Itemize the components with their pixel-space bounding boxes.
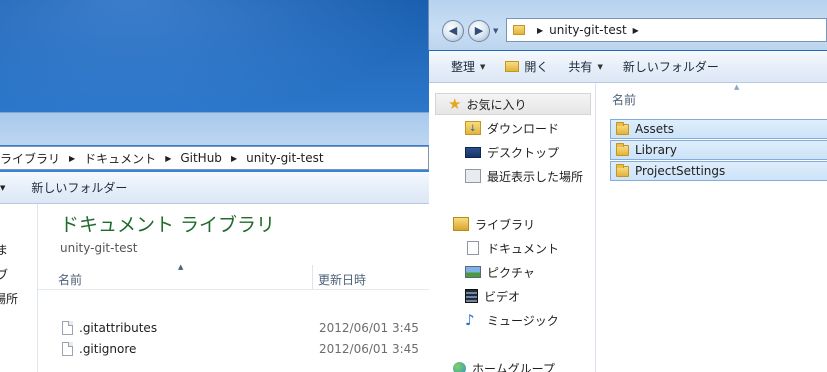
open-button[interactable]: 開く <box>495 55 558 79</box>
nav-downloads-label: ダウンロード <box>487 121 560 136</box>
music-note-icon: ♪ <box>465 311 475 329</box>
address-bar[interactable]: ▶ unity-git-test ▶ <box>506 18 827 42</box>
chevron-down-icon: ▼ <box>480 62 486 71</box>
nav-recent-label: 最近表示した場所 <box>487 169 584 184</box>
new-folder-button[interactable]: 新しいフォルダー <box>613 55 729 79</box>
folder-icon <box>616 163 629 177</box>
file-row[interactable]: .gitattributes 2012/06/01 3:45 <box>38 318 430 338</box>
folder-name: ProjectSettings <box>635 164 726 178</box>
file-icon <box>62 321 73 335</box>
chevron-right-icon[interactable]: ▶ <box>231 154 237 163</box>
chevron-down-icon: ▼ <box>597 62 603 71</box>
chevron-right-icon[interactable]: ▶ <box>633 26 639 35</box>
breadcrumb-unity-git-test[interactable]: unity-git-test <box>246 151 324 165</box>
column-header-name[interactable]: 名前 <box>58 271 82 288</box>
organize-label: 整理 <box>451 60 476 74</box>
file-modified: 2012/06/01 3:45 <box>319 321 419 335</box>
file-list-pane: ▲ 名前 Assets Library ProjectSettings <box>596 83 827 372</box>
column-header-row: 名前 ▲ 更新日時 <box>38 263 430 290</box>
page-subtitle: unity-git-test <box>60 241 138 255</box>
column-header-name[interactable]: 名前 <box>612 91 636 108</box>
command-bar: ▼ 新しいフォルダー <box>0 172 430 204</box>
navigation-pane: ま ブ 場所 <box>0 204 38 372</box>
nav-item-documents[interactable]: ドキュメント <box>429 237 595 259</box>
open-label: 開く <box>524 60 549 74</box>
nav-item-downloads[interactable]: ↓ ダウンロード <box>429 117 595 139</box>
document-icon <box>467 241 479 255</box>
organize-button[interactable]: 整理 ▼ <box>441 55 495 79</box>
nav-item-libraries[interactable]: ライブラリ <box>429 213 595 235</box>
history-dropdown-icon[interactable]: ▼ <box>493 27 498 35</box>
breadcrumb-unity-git-test[interactable]: unity-git-test <box>549 23 627 37</box>
nav-pictures-label: ピクチャ <box>487 265 535 280</box>
file-name: .gitattributes <box>79 321 158 335</box>
breadcrumb-libraries[interactable]: ライブラリ <box>0 150 60 167</box>
open-folder-icon <box>505 61 520 72</box>
share-button[interactable]: 共有 ▼ <box>558 55 612 79</box>
column-header-modified[interactable]: 更新日時 <box>318 271 366 288</box>
nav-item-favorites[interactable]: ★ お気に入り <box>435 93 591 115</box>
nav-desktop-label: デスクトップ <box>487 145 560 160</box>
file-list-pane: ドキュメント ライブラリ unity-git-test 名前 ▲ 更新日時 .g… <box>38 204 430 372</box>
desktop-icon <box>465 146 481 158</box>
folder-row-projectsettings[interactable]: ProjectSettings <box>610 161 827 181</box>
folder-name: Assets <box>635 122 675 136</box>
library-icon <box>453 217 469 231</box>
nav-item-fragment[interactable]: ま <box>0 241 8 258</box>
file-icon <box>62 342 73 356</box>
command-bar: 整理 ▼ 開く 共有 ▼ 新しいフォルダー <box>429 51 827 83</box>
nav-music-label: ミュージック <box>487 313 559 328</box>
desktop-background <box>0 0 430 120</box>
explorer-window-documents[interactable]: ライブラリ ▶ ドキュメント ▶ GitHub ▶ unity-git-test… <box>0 112 430 372</box>
file-name: .gitignore <box>79 342 137 356</box>
recent-places-icon <box>465 169 481 183</box>
nav-item-homegroup[interactable]: ホームグループ <box>429 357 595 372</box>
column-divider[interactable] <box>312 265 313 289</box>
nav-favorites-label: お気に入り <box>466 97 527 112</box>
folder-icon <box>616 142 629 156</box>
chevron-right-icon[interactable]: ▶ <box>69 154 75 163</box>
nav-item-music[interactable]: ♪ ミュージック <box>429 309 595 331</box>
nav-item-fragment[interactable]: 場所 <box>0 290 18 307</box>
address-bar[interactable]: ライブラリ ▶ ドキュメント ▶ GitHub ▶ unity-git-test <box>0 146 429 170</box>
nav-videos-label: ビデオ <box>484 289 521 304</box>
new-folder-button[interactable]: 新しいフォルダー <box>21 176 137 200</box>
film-icon <box>465 289 478 303</box>
download-folder-icon: ↓ <box>465 121 481 135</box>
nav-homegroup-label: ホームグループ <box>472 361 555 372</box>
breadcrumb-documents[interactable]: ドキュメント <box>84 150 156 167</box>
page-title: ドキュメント ライブラリ <box>60 214 276 236</box>
folder-icon <box>513 25 525 35</box>
file-modified: 2012/06/01 3:45 <box>319 342 419 356</box>
window-frame <box>0 112 430 145</box>
picture-icon <box>465 266 481 278</box>
explorer-window-unity-git-test[interactable]: ◀ ▶ ▼ ▶ unity-git-test ▶ 整理 ▼ 開く 共有 ▼ 新し… <box>428 0 827 372</box>
homegroup-icon <box>453 361 466 372</box>
nav-item-desktop[interactable]: デスクトップ <box>429 141 595 163</box>
folder-row-assets[interactable]: Assets <box>610 119 827 139</box>
nav-item-videos[interactable]: ビデオ <box>429 285 595 307</box>
file-row[interactable]: .gitignore 2012/06/01 3:45 <box>38 339 430 359</box>
nav-libraries-label: ライブラリ <box>475 217 536 232</box>
nav-documents-label: ドキュメント <box>487 241 560 256</box>
folder-row-library[interactable]: Library <box>610 140 827 160</box>
sort-ascending-icon: ▲ <box>178 263 184 271</box>
navigation-pane: ★ お気に入り ↓ ダウンロード デスクトップ 最近表示した場所 ライブラリ ド… <box>429 83 596 372</box>
nav-item-pictures[interactable]: ピクチャ <box>429 261 595 283</box>
nav-item-fragment[interactable]: ブ <box>0 266 8 283</box>
chevron-right-icon[interactable]: ▶ <box>165 154 171 163</box>
chevron-down-icon[interactable]: ▼ <box>0 184 5 192</box>
chevron-right-icon[interactable]: ▶ <box>537 26 543 35</box>
back-button[interactable]: ◀ <box>442 20 464 42</box>
folder-icon <box>616 121 629 135</box>
sort-ascending-icon: ▲ <box>734 83 740 91</box>
forward-button[interactable]: ▶ <box>468 20 490 42</box>
star-icon: ★ <box>448 95 462 113</box>
folder-name: Library <box>635 143 677 157</box>
share-label: 共有 <box>568 60 593 74</box>
nav-item-recent-places[interactable]: 最近表示した場所 <box>429 165 595 187</box>
breadcrumb-github[interactable]: GitHub <box>180 151 222 165</box>
